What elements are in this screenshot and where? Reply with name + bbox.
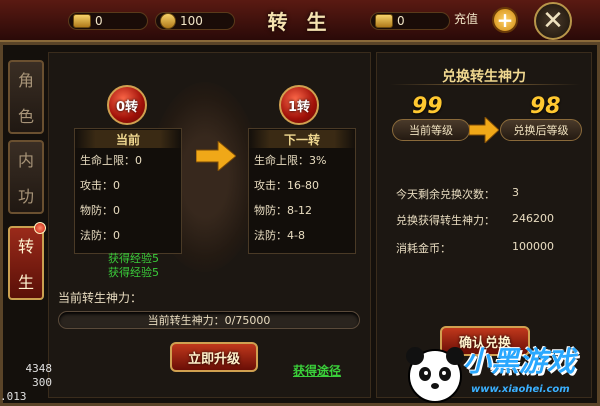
next-caption: 下一转 <box>248 130 356 148</box>
close-icon: ✕ <box>542 6 564 36</box>
exchange-title-divider <box>390 84 580 85</box>
yuanbao-resource: 0 <box>370 10 450 32</box>
obtain-method-link[interactable]: 获得途径 <box>293 362 341 379</box>
next-stat-hp: 生命上限：3% <box>254 154 327 167</box>
gold-cost-label: 消耗金币： <box>396 242 451 255</box>
current-stat-pdef: 物防：0 <box>80 204 120 217</box>
tab-character-label-top: 角 <box>17 71 34 90</box>
yuanbao-icon <box>375 14 393 28</box>
next-stat-pdef: 物防：8-12 <box>254 204 312 217</box>
coin-icon <box>160 13 176 29</box>
remaining-exchanges-value: 3 <box>512 186 519 199</box>
tab-character-label-bottom: 色 <box>17 107 34 126</box>
debug-line-1: 4348 <box>25 362 53 375</box>
current-caption: 当前 <box>74 130 182 148</box>
debug-line-3: .013 <box>0 390 27 403</box>
recharge-label[interactable]: 充值 <box>454 10 478 27</box>
panda-logo-icon <box>406 347 464 403</box>
watermark-text: 小黑游戏 <box>463 345 576 378</box>
after-level-label: 兑换后等级 <box>500 119 582 141</box>
coin-value: 100 <box>180 14 203 28</box>
coin-resource: 100 <box>155 10 235 32</box>
arrow-right-icon <box>196 141 236 171</box>
power-progress-bar: 当前转生神力：0/75000 <box>58 311 360 329</box>
current-level-label: 当前等级 <box>392 119 470 141</box>
current-stat-hp: 生命上限：0 <box>80 154 142 167</box>
top-bar: 0 100 转 生 0 充值 + ✕ <box>0 0 600 42</box>
current-stat-attack: 攻击：0 <box>80 179 120 192</box>
watermark-url: www.xiaohei.com <box>471 384 570 395</box>
notification-dot <box>34 222 46 234</box>
gold-ingot-value: 0 <box>95 14 103 28</box>
current-stat-mdef: 法防：0 <box>80 229 120 242</box>
current-level-gem: 0转 <box>107 85 147 125</box>
gold-ingot-resource: 0 <box>68 10 148 32</box>
tab-inner-skill-label-top: 内 <box>17 151 34 170</box>
next-stat-attack: 攻击：16-80 <box>254 179 319 192</box>
recharge-plus-button[interactable]: + <box>492 7 518 33</box>
page-title: 转 生 <box>267 10 333 34</box>
tab-rebirth[interactable]: 转 生 <box>8 226 44 300</box>
power-label: 当前转生神力： <box>58 291 143 305</box>
next-level-gem: 1转 <box>279 85 319 125</box>
gold-cost-value: 100000 <box>512 240 554 253</box>
debug-line-2: 300 <box>32 376 52 389</box>
tab-rebirth-label-bottom: 生 <box>17 273 34 292</box>
upgrade-button[interactable]: 立即升级 <box>170 342 258 372</box>
yuanbao-value: 0 <box>397 14 405 28</box>
exp-gain-line-2: 获得经验5 <box>108 266 159 279</box>
close-button[interactable]: ✕ <box>534 2 572 40</box>
tab-inner-skill[interactable]: 内 功 <box>8 140 44 214</box>
power-progress-text: 当前转生神力：0/75000 <box>147 314 271 327</box>
exchange-arrow-icon <box>469 117 499 143</box>
exchange-gain-label: 兑换获得转生神力： <box>396 214 495 227</box>
tab-character[interactable]: 角 色 <box>8 60 44 134</box>
exchange-title: 兑换转生神力 <box>442 69 526 85</box>
current-level-number: 99 <box>412 94 443 119</box>
remaining-exchanges-label: 今天剩余兑换次数： <box>396 188 495 201</box>
plus-icon: + <box>496 8 514 32</box>
next-stat-mdef: 法防：4-8 <box>254 229 305 242</box>
exchange-gain-value: 246200 <box>512 212 554 225</box>
tab-inner-skill-label-bottom: 功 <box>17 187 34 206</box>
gold-ingot-icon <box>73 14 91 28</box>
watermark: 小黑游戏 www.xiaohei.com <box>405 322 600 406</box>
after-level-number: 98 <box>530 94 561 119</box>
tab-rebirth-label-top: 转 <box>17 237 34 256</box>
